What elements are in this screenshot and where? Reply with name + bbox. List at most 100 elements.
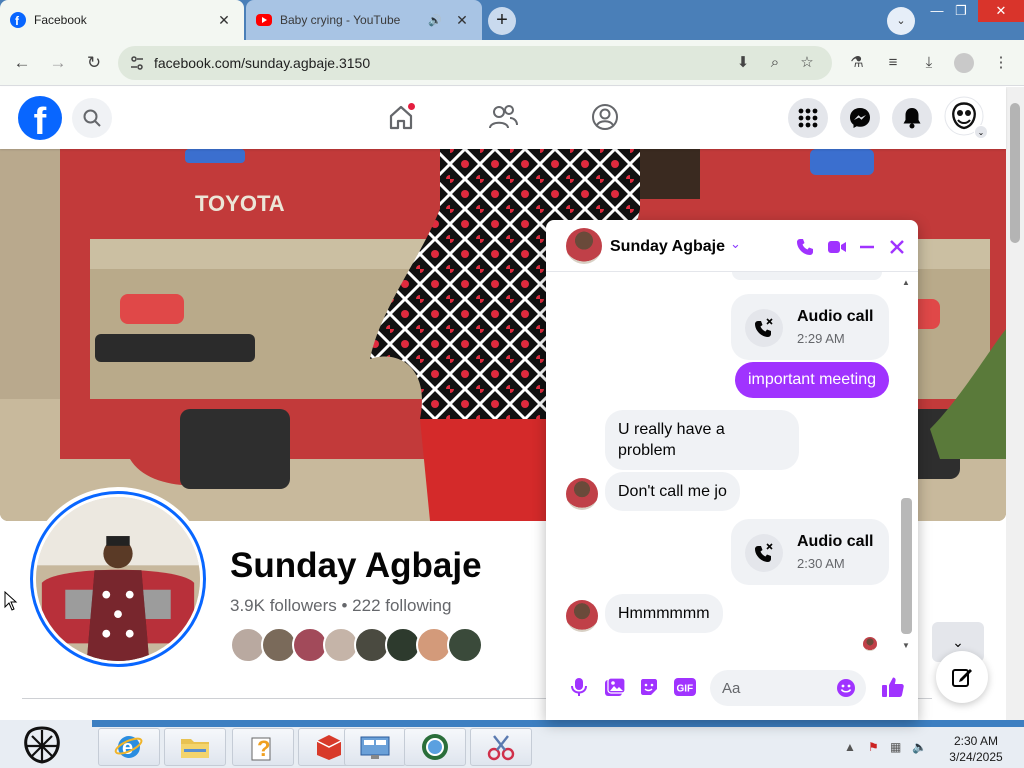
minimize-chat-button[interactable]	[856, 236, 878, 258]
chat-header[interactable]: Sunday Agbaje ⌄	[546, 220, 918, 272]
bookmark-star-icon[interactable]: ☆	[796, 52, 818, 74]
taskbar-paint[interactable]	[470, 728, 532, 766]
chat-composer: GIF	[546, 660, 918, 720]
sender-avatar[interactable]	[566, 478, 598, 510]
media-controls-icon[interactable]: ≡	[882, 52, 904, 74]
chat-contact-name[interactable]: Sunday Agbaje	[610, 238, 725, 256]
tab-facebook[interactable]: f Facebook ✕	[0, 0, 244, 40]
action-center-icon[interactable]: ⚑	[868, 740, 879, 754]
svg-text:TOYOTA: TOYOTA	[195, 191, 285, 216]
attach-photo-button[interactable]	[602, 674, 628, 700]
gif-icon: GIF	[674, 678, 696, 696]
gif-button[interactable]: GIF	[672, 674, 698, 700]
help-icon: ?	[251, 736, 271, 761]
profile-picture[interactable]	[26, 487, 210, 671]
video-call-button[interactable]	[826, 236, 848, 258]
new-tab-button[interactable]: +	[488, 7, 516, 35]
sticker-button[interactable]	[636, 674, 662, 700]
taskbar-file-explorer[interactable]	[164, 728, 226, 766]
menu-button[interactable]	[788, 98, 828, 138]
notifications-button[interactable]	[892, 98, 932, 138]
profile-icon[interactable]	[954, 53, 974, 73]
profile-circle-icon	[592, 104, 618, 130]
start-button[interactable]	[18, 722, 66, 768]
browser-menu-icon[interactable]: ⋮	[990, 52, 1012, 74]
incoming-message[interactable]: Hmmmmmm	[605, 594, 723, 633]
tab-title: Baby crying - YouTube	[280, 13, 401, 27]
call-time: 2:29 AM	[797, 331, 845, 346]
voice-clip-button[interactable]	[566, 674, 592, 700]
zoom-icon[interactable]: ⌕	[764, 52, 786, 74]
call-time: 2:30 AM	[797, 556, 845, 571]
chat-scrollbar-thumb[interactable]	[901, 498, 912, 634]
incoming-message[interactable]: Don't call me jo	[605, 472, 740, 511]
taskbar-help[interactable]: ?	[232, 728, 294, 766]
taskbar-control-panel[interactable]	[344, 728, 406, 766]
profile-avatar-image	[36, 497, 200, 661]
page-scrollbar-thumb[interactable]	[1010, 103, 1020, 243]
show-hidden-icons-icon[interactable]: ▲	[844, 740, 856, 754]
call-title: Audio call	[797, 308, 874, 325]
chat-contact-avatar[interactable]	[566, 228, 602, 264]
notification-dot	[407, 102, 416, 111]
clock-date: 3/24/2025	[949, 750, 1003, 764]
outgoing-message[interactable]: important meeting	[734, 362, 889, 398]
close-chat-button[interactable]	[886, 236, 908, 258]
audio-call-bubble[interactable]: Audio call 2:30 AM	[731, 519, 889, 585]
close-tab-icon[interactable]: ✕	[214, 12, 234, 29]
chevron-down-icon[interactable]: ⌄	[730, 236, 741, 252]
nav-profile[interactable]	[588, 100, 622, 134]
folder-icon	[181, 739, 209, 758]
scroll-down-icon[interactable]: ▼	[902, 641, 910, 650]
downloads-icon[interactable]: ⤓	[918, 52, 940, 74]
nav-friends[interactable]	[486, 100, 520, 134]
close-tab-icon[interactable]: ✕	[452, 12, 472, 29]
system-tray[interactable]: ▲ ⚑ ▦ 🔈	[840, 740, 940, 762]
thumbs-up-icon	[882, 677, 904, 697]
install-app-icon[interactable]: ⬇	[732, 52, 754, 74]
forward-icon[interactable]: →	[46, 51, 70, 75]
chat-scrollbar[interactable]: ▲ ▼	[900, 278, 914, 650]
nav-home[interactable]	[384, 100, 418, 134]
address-bar[interactable]: facebook.com/sunday.agbaje.3150	[118, 46, 832, 80]
search-button[interactable]	[72, 98, 112, 138]
taskbar-clock[interactable]: 2:30 AM 3/24/2025	[946, 733, 1006, 765]
taskbar-internet-explorer[interactable]: e	[98, 728, 160, 766]
close-window-button[interactable]: ✕	[978, 0, 1024, 22]
chat-message-list[interactable]: Audio call 2:29 AM important meeting U r…	[546, 272, 918, 652]
reload-icon[interactable]: ↻	[82, 51, 106, 75]
new-message-button[interactable]	[936, 651, 988, 703]
like-button[interactable]	[880, 674, 906, 700]
tab-youtube[interactable]: Baby crying - YouTube 🔊 ✕	[246, 0, 482, 40]
incoming-message[interactable]: U really have a problem	[605, 410, 799, 470]
audio-call-bubble[interactable]: Audio call 2:29 AM	[731, 294, 889, 360]
audio-call-button[interactable]	[794, 236, 816, 258]
facebook-logo[interactable]: f	[18, 96, 62, 140]
clock-time: 2:30 AM	[953, 734, 999, 748]
followers-count[interactable]: 3.9K followers • 222 following	[230, 596, 451, 616]
bell-icon	[903, 108, 921, 129]
mutual-friends-avatars[interactable]	[230, 627, 490, 663]
site-info-icon[interactable]	[129, 55, 145, 71]
labs-flask-icon[interactable]: ⚗	[846, 52, 868, 74]
chevron-down-icon[interactable]: ⌄	[974, 125, 988, 139]
emoji-button[interactable]	[836, 678, 856, 698]
back-icon[interactable]: ←	[10, 51, 34, 75]
taskbar-chrome[interactable]	[404, 728, 466, 766]
network-icon[interactable]: ▦	[890, 740, 901, 754]
sender-avatar[interactable]	[566, 600, 598, 632]
search-icon	[83, 109, 101, 127]
tab-search-button[interactable]: ⌄	[887, 7, 915, 35]
speaker-icon[interactable]: 🔊	[428, 14, 446, 27]
restore-window-button[interactable]: ❐	[944, 0, 978, 22]
url-text: facebook.com/sunday.agbaje.3150	[154, 55, 371, 71]
friend-avatar[interactable]	[447, 627, 483, 663]
image-icon	[605, 677, 626, 696]
smiley-icon	[837, 679, 855, 697]
windows-taskbar: e ? ▲ ⚑ ▦ 🔈 2:30 AM 3/24/2025	[0, 720, 1024, 768]
page-scrollbar[interactable]	[1006, 87, 1024, 720]
volume-icon[interactable]: 🔈	[912, 740, 927, 754]
scroll-up-icon[interactable]: ▲	[902, 278, 910, 287]
messenger-button[interactable]	[840, 98, 880, 138]
friends-icon	[489, 105, 518, 129]
